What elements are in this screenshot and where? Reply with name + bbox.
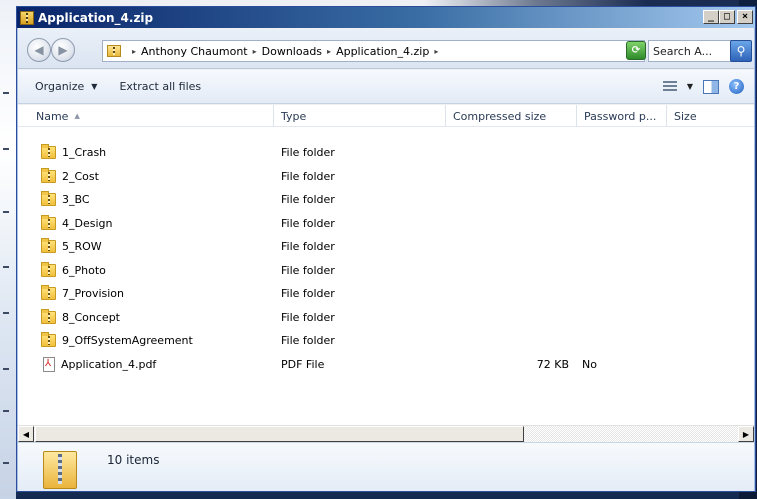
file-name: 8_Concept bbox=[62, 310, 120, 324]
explorer-window: Application_4.zip _ □ × ◀ ▶ ▸ Anthony Ch… bbox=[16, 6, 756, 492]
refresh-icon[interactable]: ⟳ bbox=[626, 41, 646, 60]
help-icon[interactable]: ? bbox=[729, 79, 744, 94]
zip-folder-icon bbox=[107, 45, 121, 57]
scroll-left-icon[interactable]: ◀ bbox=[18, 426, 34, 442]
file-type: File folder bbox=[281, 146, 335, 160]
table-row[interactable]: 1_Crash File folder bbox=[18, 141, 754, 165]
sort-ascending-icon: ▲ bbox=[74, 112, 80, 120]
file-type: File folder bbox=[281, 263, 335, 277]
back-arrow-icon[interactable]: ◀ bbox=[27, 38, 51, 62]
details-view-icon[interactable] bbox=[662, 80, 677, 93]
folder-icon bbox=[41, 214, 56, 230]
table-row[interactable]: 9_OffSystemAgreement File folder bbox=[18, 329, 754, 353]
file-type: File folder bbox=[281, 240, 335, 254]
window-controls: _ □ × bbox=[703, 10, 753, 24]
chevron-right-icon[interactable]: ▸ bbox=[253, 47, 257, 56]
file-list: Name ▲ Type Compressed size Password p..… bbox=[18, 105, 754, 442]
file-type: File folder bbox=[281, 287, 335, 301]
file-type: File folder bbox=[281, 310, 335, 324]
close-button[interactable]: × bbox=[737, 10, 753, 24]
preview-pane-icon[interactable] bbox=[703, 79, 719, 94]
column-header-password[interactable]: Password p... bbox=[577, 105, 667, 127]
breadcrumb[interactable]: ▸ Anthony Chaumont ▸ Downloads ▸ Applica… bbox=[102, 40, 645, 62]
table-row[interactable]: 6_Photo File folder bbox=[18, 259, 754, 283]
file-name: 9_OffSystemAgreement bbox=[62, 334, 193, 348]
table-row[interactable]: 5_ROW File folder bbox=[18, 235, 754, 259]
file-type: File folder bbox=[281, 216, 335, 230]
chevron-right-icon[interactable]: ▸ bbox=[132, 47, 136, 56]
title-bar[interactable]: Application_4.zip _ □ × bbox=[17, 7, 755, 28]
chevron-down-icon[interactable]: ▼ bbox=[687, 82, 693, 91]
table-row[interactable]: 7_Provision File folder bbox=[18, 282, 754, 306]
table-row[interactable]: 4_Design File folder bbox=[18, 212, 754, 236]
file-type: File folder bbox=[281, 193, 335, 207]
organize-button[interactable]: Organize ▼ bbox=[35, 80, 97, 93]
column-header-name[interactable]: Name ▲ bbox=[18, 105, 274, 127]
item-count: 10 items bbox=[107, 453, 160, 467]
folder-icon bbox=[41, 144, 56, 160]
extract-all-button[interactable]: Extract all files bbox=[119, 80, 201, 93]
file-name: 4_Design bbox=[62, 216, 113, 230]
details-pane: 10 items bbox=[18, 442, 754, 491]
address-bar: ◀ ▶ ▸ Anthony Chaumont ▸ Downloads ▸ App… bbox=[18, 29, 754, 69]
file-name: 5_ROW bbox=[62, 240, 102, 254]
chevron-right-icon[interactable]: ▸ bbox=[434, 47, 438, 56]
folder-icon bbox=[41, 238, 56, 254]
scrollbar-thumb[interactable] bbox=[35, 426, 524, 442]
table-row[interactable]: 8_Concept File folder bbox=[18, 306, 754, 330]
chevron-down-icon: ▼ bbox=[91, 82, 98, 91]
breadcrumb-item-zip[interactable]: Application_4.zip bbox=[336, 45, 429, 58]
column-header-name-label: Name bbox=[36, 109, 69, 123]
file-type: File folder bbox=[281, 334, 335, 348]
folder-icon bbox=[41, 167, 56, 183]
forward-arrow-icon[interactable]: ▶ bbox=[51, 38, 75, 62]
breadcrumb-item-user[interactable]: Anthony Chaumont bbox=[141, 45, 248, 58]
horizontal-scrollbar[interactable]: ◀ ▶ bbox=[18, 425, 754, 442]
search-icon[interactable]: ⚲ bbox=[730, 40, 752, 62]
column-header-type[interactable]: Type bbox=[274, 105, 446, 127]
minimize-button[interactable]: _ bbox=[703, 10, 719, 24]
organize-label: Organize bbox=[35, 80, 85, 93]
folder-icon bbox=[41, 308, 56, 324]
file-name: 2_Cost bbox=[62, 169, 99, 183]
maximize-button[interactable]: □ bbox=[719, 10, 735, 24]
compressed-size: 72 KB bbox=[536, 357, 569, 371]
column-headers: Name ▲ Type Compressed size Password p..… bbox=[18, 105, 754, 127]
breadcrumb-item-downloads[interactable]: Downloads bbox=[262, 45, 322, 58]
table-row[interactable]: 2_Cost File folder bbox=[18, 165, 754, 189]
table-row[interactable]: Application_4.pdf PDF File 72 KB No bbox=[18, 353, 754, 377]
folder-icon bbox=[41, 332, 56, 348]
desktop-left-strip bbox=[0, 0, 16, 499]
folder-icon bbox=[41, 285, 56, 301]
file-type: File folder bbox=[281, 169, 335, 183]
file-name: 1_Crash bbox=[62, 146, 107, 160]
scroll-right-icon[interactable]: ▶ bbox=[738, 426, 754, 442]
file-name: 7_Provision bbox=[62, 287, 125, 301]
file-name: Application_4.pdf bbox=[61, 357, 157, 371]
pdf-icon bbox=[43, 356, 55, 372]
search-input[interactable]: Search A... bbox=[648, 40, 732, 62]
chevron-right-icon[interactable]: ▸ bbox=[327, 47, 331, 56]
column-header-size[interactable]: Size bbox=[667, 105, 754, 127]
zip-folder-icon bbox=[43, 451, 77, 489]
file-type: PDF File bbox=[281, 357, 325, 371]
folder-icon bbox=[41, 261, 56, 277]
folder-icon bbox=[41, 191, 56, 207]
file-name: 6_Photo bbox=[62, 263, 106, 277]
command-bar: Organize ▼ Extract all files ▼ ? bbox=[18, 70, 754, 104]
file-rows: 1_Crash File folder 2_Cost File folder 3… bbox=[18, 141, 754, 376]
zip-folder-icon bbox=[20, 10, 34, 25]
table-row[interactable]: 3_BC File folder bbox=[18, 188, 754, 212]
file-name: 3_BC bbox=[62, 193, 90, 207]
view-controls: ▼ ? bbox=[662, 79, 744, 94]
column-header-compressed-size[interactable]: Compressed size bbox=[446, 105, 577, 127]
password-protected: No bbox=[582, 357, 597, 371]
window-title: Application_4.zip bbox=[38, 10, 154, 25]
